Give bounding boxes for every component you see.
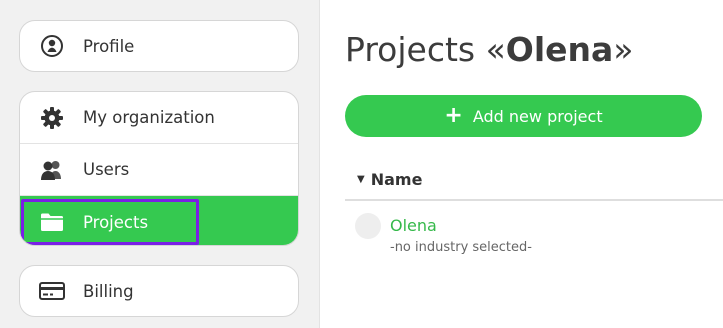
sidebar-item-billing[interactable]: Billing (20, 266, 298, 316)
add-button-label: Add new project (472, 106, 603, 126)
project-industry: -no industry selected- (390, 240, 532, 255)
sidebar-group-organization: My organization Users Projects (19, 91, 299, 246)
user-circle-icon (39, 33, 65, 59)
sidebar-item-label: Users (83, 160, 130, 179)
sidebar-item-profile[interactable]: Profile (20, 21, 298, 71)
credit-card-icon (39, 278, 65, 304)
add-new-project-button[interactable]: + Add new project (345, 95, 702, 137)
project-row[interactable]: Olena -no industry selected- (345, 210, 723, 270)
project-name-link[interactable]: Olena (390, 216, 437, 235)
page-title: Projects «Olena» (345, 30, 634, 69)
folder-icon (39, 209, 65, 235)
plus-icon: + (444, 103, 463, 128)
sort-caret-icon: ▼ (357, 174, 365, 185)
sidebar-item-label: Billing (83, 281, 134, 301)
sidebar-item-label: My organization (83, 108, 215, 127)
sidebar-item-users[interactable]: Users (20, 143, 298, 195)
project-avatar (355, 213, 381, 239)
sidebar-item-projects[interactable]: Projects (20, 195, 298, 245)
sidebar-group-billing: Billing (19, 265, 299, 317)
sidebar-item-label: Profile (83, 36, 135, 56)
sidebar-item-label: Projects (83, 212, 149, 232)
main-content: Projects «Olena» + Add new project ▼ Nam… (345, 0, 723, 328)
title-prefix: Projects « (345, 30, 506, 69)
users-icon (39, 157, 65, 183)
column-header-name[interactable]: ▼ Name (345, 160, 723, 201)
sidebar-group-profile: Profile (19, 20, 299, 72)
title-suffix: » (613, 30, 634, 69)
gear-icon (39, 105, 65, 131)
column-header-label: Name (370, 170, 423, 189)
title-organization-name: Olena (505, 30, 614, 69)
sidebar-item-my-organization[interactable]: My organization (20, 92, 298, 143)
sidebar: Profile My organization Users Projects B… (0, 0, 320, 328)
